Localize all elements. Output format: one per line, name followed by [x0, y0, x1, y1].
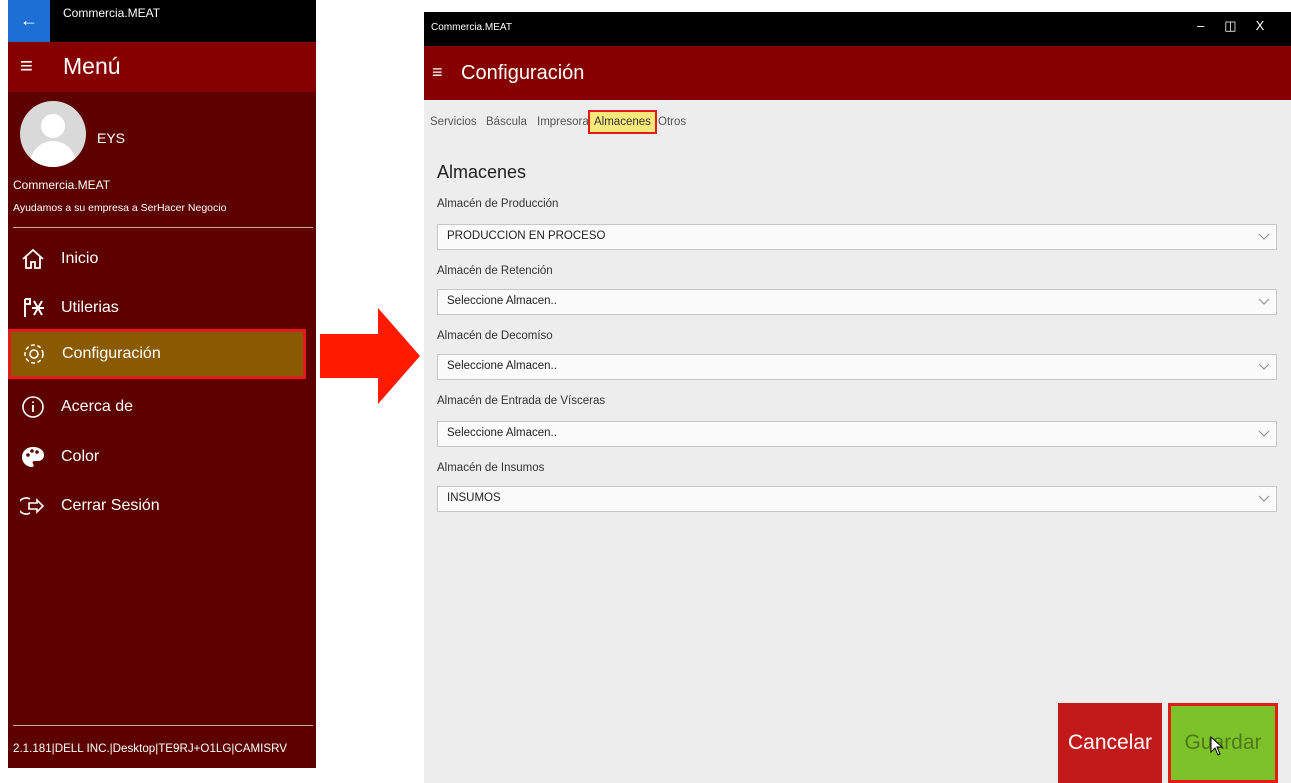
- menu-item-acerca-de[interactable]: Acerca de: [8, 384, 316, 430]
- divider: [13, 227, 313, 228]
- tools-icon: [24, 298, 44, 317]
- field-label: Almacén de Producción: [437, 198, 559, 210]
- close-button[interactable]: X: [1247, 18, 1273, 33]
- select-value: Seleccione Almacen..: [447, 360, 557, 372]
- menu-item-label: Utilerias: [61, 299, 119, 316]
- chevron-down-icon: [1258, 233, 1270, 240]
- menu-item-configuracion[interactable]: Configuración: [8, 329, 306, 379]
- back-arrow-icon: ←: [20, 10, 38, 30]
- retencion-select[interactable]: Seleccione Almacen..: [437, 289, 1277, 315]
- select-value: INSUMOS: [447, 492, 501, 504]
- hamburger-icon[interactable]: ≡: [432, 60, 443, 84]
- menu-item-cerrar-sesion[interactable]: Cerrar Sesión: [8, 483, 316, 529]
- chevron-down-icon: [1258, 298, 1270, 305]
- select-value: Seleccione Almacen..: [447, 295, 557, 307]
- company-slogan: Ayudamos a su empresa a SerHacer Negocio: [13, 202, 227, 214]
- company-name: Commercia.MEAT: [13, 178, 111, 192]
- version-footer: 2.1.181|DELL INC.|Desktop|TE9RJ+O1LG|CAM…: [13, 742, 287, 755]
- chevron-down-icon: [1258, 495, 1270, 502]
- window-header: ≡ Configuración: [424, 46, 1291, 100]
- user-name: EYS: [97, 130, 126, 146]
- visceras-select[interactable]: Seleccione Almacen..: [437, 421, 1277, 447]
- menu-item-label: Acerca de: [61, 398, 134, 415]
- field-label: Almacén de Retención: [437, 265, 553, 277]
- home-icon: [22, 248, 44, 269]
- gear-icon: [24, 344, 44, 364]
- menu-title-bar: ← Commercia.MEAT: [8, 0, 316, 42]
- select-value: PRODUCCION EN PROCESO: [447, 230, 606, 242]
- field-label: Almacén de Decomíso: [437, 330, 553, 342]
- divider: [13, 725, 313, 726]
- cancel-button[interactable]: Cancelar: [1058, 703, 1162, 783]
- menu-item-color[interactable]: Color: [8, 434, 316, 480]
- menu-title: Menú: [63, 53, 121, 79]
- mouse-cursor-icon: [1210, 736, 1224, 756]
- restore-button[interactable]: ◫: [1217, 18, 1243, 34]
- field-label: Almacén de Entrada de Vísceras: [437, 395, 606, 407]
- tab-bascula[interactable]: Báscula: [486, 113, 527, 131]
- chevron-down-icon: [1258, 363, 1270, 370]
- menu-item-label: Color: [61, 448, 100, 465]
- tab-impresora[interactable]: Impresora: [537, 113, 589, 131]
- menu-item-label: Configuración: [62, 345, 161, 362]
- info-icon: [22, 396, 44, 418]
- tab-almacenes[interactable]: Almacenes: [588, 110, 657, 134]
- configuration-window: Commercia.MEAT – ◫ X ≡ Configuración Ser…: [424, 12, 1291, 783]
- field-label: Almacén de Insumos: [437, 462, 545, 474]
- chevron-down-icon: [1258, 430, 1270, 437]
- side-menu-panel: ← Commercia.MEAT ≡ Menú EYS Commercia.ME…: [8, 0, 316, 768]
- tab-servicios[interactable]: Servicios: [430, 113, 477, 131]
- window-title-bar: Commercia.MEAT – ◫ X: [424, 12, 1291, 46]
- menu-item-utilerias[interactable]: Utilerias: [8, 285, 316, 331]
- window-controls: – ◫ X: [1188, 18, 1273, 34]
- menu-item-label: Inicio: [61, 250, 99, 267]
- produccion-select[interactable]: PRODUCCION EN PROCESO: [437, 224, 1277, 250]
- red-arrow-icon: [320, 308, 420, 404]
- tab-otros[interactable]: Otros: [658, 113, 686, 131]
- palette-icon: [22, 447, 44, 467]
- minimize-button[interactable]: –: [1188, 18, 1214, 33]
- select-value: Seleccione Almacen..: [447, 427, 557, 439]
- window-app-title: Commercia.MEAT: [431, 22, 512, 33]
- insumos-select[interactable]: INSUMOS: [437, 486, 1277, 512]
- menu-header: ≡ Menú: [8, 42, 316, 92]
- avatar: [20, 101, 86, 167]
- back-button[interactable]: ←: [8, 0, 50, 42]
- page-title: Configuración: [461, 62, 585, 84]
- section-title: Almacenes: [437, 162, 527, 182]
- menu-item-label: Cerrar Sesión: [61, 497, 160, 514]
- hamburger-icon[interactable]: ≡: [20, 53, 33, 79]
- menu-item-inicio[interactable]: Inicio: [8, 236, 316, 282]
- menu-app-title: Commercia.MEAT: [63, 6, 161, 20]
- decomiso-select[interactable]: Seleccione Almacen..: [437, 354, 1277, 380]
- logout-icon: [20, 497, 45, 515]
